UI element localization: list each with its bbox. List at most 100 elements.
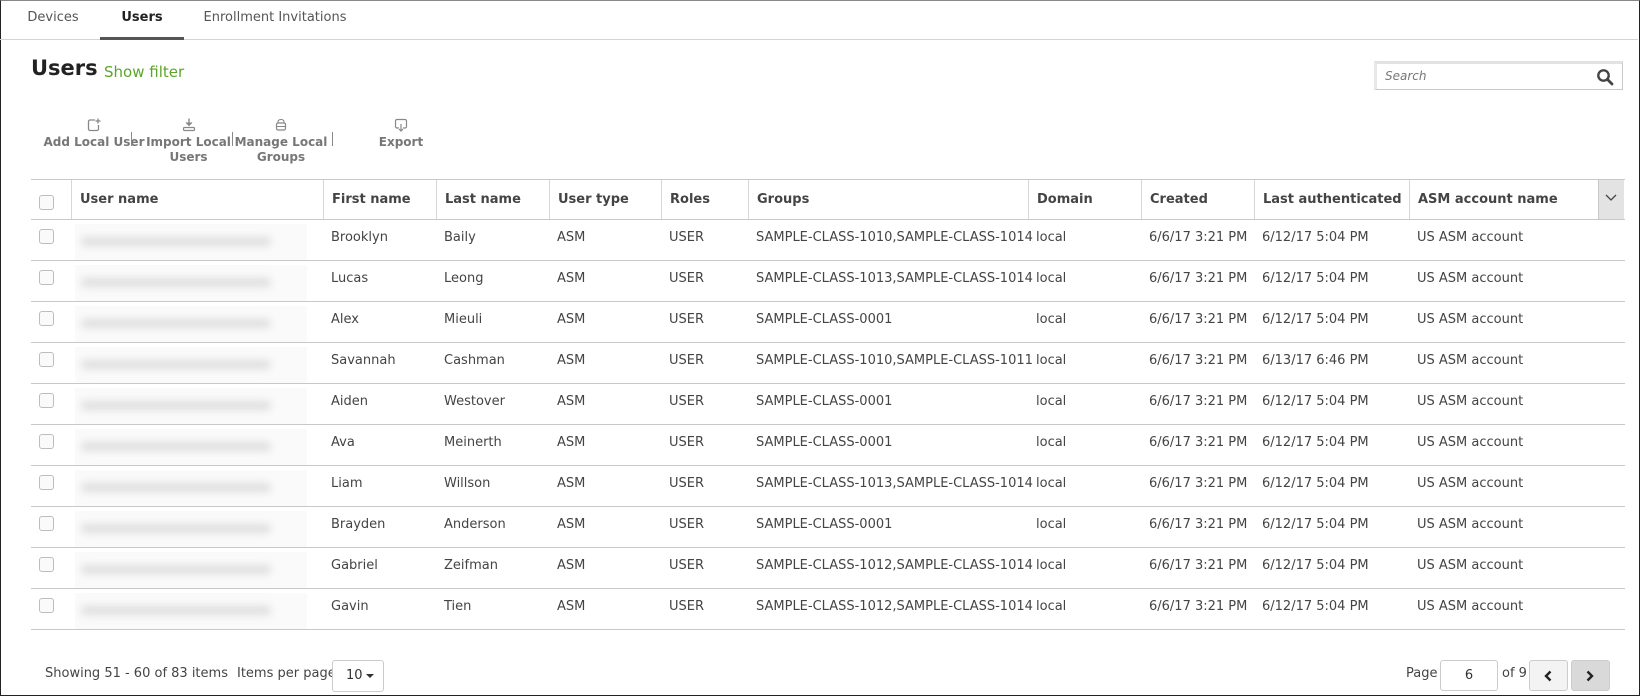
user-type-cell: ASM — [557, 230, 586, 245]
last-authenticated-cell: 6/12/17 5:04 PM — [1262, 476, 1369, 491]
table-row[interactable]: Ava Meinerth ASM USER SAMPLE-CLASS-0001 local… — [31, 425, 1625, 466]
row-select-cell — [31, 548, 71, 588]
roles-cell: USER — [669, 517, 705, 532]
asm-account-cell: US ASM account — [1417, 435, 1524, 450]
import-local-users-button[interactable]: Import Local Users — [136, 118, 241, 165]
row-checkbox[interactable] — [39, 557, 54, 572]
export-label: Export — [378, 135, 424, 149]
created-cell: 6/6/17 3:21 PM — [1149, 517, 1248, 532]
import-icon — [182, 118, 195, 132]
manage-local-groups-button[interactable]: Manage Local Groups — [231, 118, 331, 165]
manage-local-groups-label-1: Manage Local — [234, 135, 328, 149]
row-checkbox[interactable] — [39, 393, 54, 408]
user-name-cell-redacted — [75, 388, 307, 424]
first-name-cell: Lucas — [331, 271, 369, 286]
column-header-domain[interactable]: Domain — [1028, 180, 1141, 219]
created-cell: 6/6/17 3:21 PM — [1149, 599, 1248, 614]
manage-local-groups-label-2: Groups — [256, 150, 306, 164]
roles-cell: USER — [669, 353, 705, 368]
column-header-groups[interactable]: Groups — [748, 180, 1028, 219]
table-row[interactable]: Savannah Cashman ASM USER SAMPLE-CLASS-1010,… — [31, 343, 1625, 384]
column-chooser-button[interactable] — [1598, 180, 1624, 219]
row-select-cell — [31, 261, 71, 301]
import-local-users-label-2: Users — [169, 150, 208, 164]
items-per-page-select[interactable]: 10 — [332, 660, 384, 692]
column-header-created[interactable]: Created — [1141, 180, 1254, 219]
groups-icon — [275, 119, 287, 131]
search-input[interactable] — [1385, 66, 1585, 86]
row-checkbox[interactable] — [39, 311, 54, 326]
table-row[interactable]: Brooklyn Baily ASM USER SAMPLE-CLASS-1010,SA… — [31, 220, 1625, 261]
show-filter-link[interactable]: Show filter — [104, 63, 184, 81]
select-all-checkbox[interactable] — [39, 195, 54, 210]
items-per-page-value: 10 — [346, 668, 363, 683]
add-local-user-button[interactable]: Add Local User — [36, 118, 152, 150]
row-checkbox[interactable] — [39, 352, 54, 367]
column-header-last-authenticated[interactable]: Last authenticated — [1254, 180, 1409, 219]
row-checkbox[interactable] — [39, 434, 54, 449]
next-page-button[interactable] — [1571, 660, 1610, 691]
user-type-cell: ASM — [557, 599, 586, 614]
previous-page-button[interactable] — [1529, 660, 1568, 691]
column-header-asm-account-name[interactable]: ASM account name — [1409, 180, 1598, 219]
groups-cell: SAMPLE-CLASS-1013,SAMPLE-CLASS-1014 — [756, 271, 1033, 286]
asm-account-cell: US ASM account — [1417, 599, 1524, 614]
roles-cell: USER — [669, 599, 705, 614]
row-checkbox[interactable] — [39, 229, 54, 244]
user-type-cell: ASM — [557, 476, 586, 491]
search-icon[interactable] — [1596, 68, 1614, 86]
row-select-cell — [31, 302, 71, 342]
page-number-input[interactable] — [1440, 660, 1498, 691]
page-title: Users — [31, 56, 98, 80]
roles-cell: USER — [669, 435, 705, 450]
first-name-cell: Liam — [331, 476, 363, 491]
table-row[interactable]: Brayden Anderson ASM USER SAMPLE-CLASS-0001 l… — [31, 507, 1625, 548]
user-name-cell-redacted — [75, 593, 307, 629]
domain-cell: local — [1036, 230, 1067, 245]
domain-cell: local — [1036, 558, 1067, 573]
table-row[interactable]: Gabriel Zeifman ASM USER SAMPLE-CLASS-1012,S… — [31, 548, 1625, 589]
first-name-cell: Brooklyn — [331, 230, 388, 245]
domain-cell: local — [1036, 353, 1067, 368]
chevron-down-icon — [1605, 194, 1617, 201]
user-type-cell: ASM — [557, 394, 586, 409]
showing-items-text: Showing 51 - 60 of 83 items — [45, 666, 228, 681]
created-cell: 6/6/17 3:21 PM — [1149, 476, 1248, 491]
roles-cell: USER — [669, 558, 705, 573]
tab-users[interactable]: Users — [100, 0, 184, 40]
asm-account-cell: US ASM account — [1417, 394, 1524, 409]
table-row[interactable]: Alex Mieuli ASM USER SAMPLE-CLASS-0001 local 6… — [31, 302, 1625, 343]
table-row[interactable]: Lucas Leong ASM USER SAMPLE-CLASS-1013,SAMPL… — [31, 261, 1625, 302]
column-header-first-name[interactable]: First name — [323, 180, 436, 219]
users-table: User name First name Last name User type… — [31, 179, 1625, 630]
toolbar-divider — [131, 132, 132, 146]
column-header-user-name[interactable]: User name — [71, 180, 354, 219]
export-button[interactable]: Export — [351, 118, 451, 150]
table-header: User name First name Last name User type… — [31, 179, 1625, 220]
last-name-cell: Willson — [444, 476, 491, 491]
user-type-cell: ASM — [557, 353, 586, 368]
table-row[interactable]: Gavin Tien ASM USER SAMPLE-CLASS-1012,SAMPLE… — [31, 589, 1625, 630]
groups-cell: SAMPLE-CLASS-1010,SAMPLE-CLASS-1011 — [756, 353, 1033, 368]
row-checkbox[interactable] — [39, 270, 54, 285]
tab-bar: Devices Users Enrollment Invitations — [0, 0, 1638, 40]
user-type-cell: ASM — [557, 271, 586, 286]
last-name-cell: Tien — [444, 599, 472, 614]
column-header-roles[interactable]: Roles — [661, 180, 748, 219]
first-name-cell: Savannah — [331, 353, 396, 368]
domain-cell: local — [1036, 435, 1067, 450]
table-row[interactable]: Liam Willson ASM USER SAMPLE-CLASS-1013,SAMP… — [31, 466, 1625, 507]
tab-enrollment-invitations[interactable]: Enrollment Invitations — [200, 0, 350, 40]
tab-devices[interactable]: Devices — [22, 0, 84, 40]
column-header-user-type[interactable]: User type — [549, 180, 661, 219]
user-name-cell-redacted — [75, 552, 307, 588]
first-name-cell: Gabriel — [331, 558, 378, 573]
row-checkbox[interactable] — [39, 475, 54, 490]
user-type-cell: ASM — [557, 517, 586, 532]
column-header-last-name[interactable]: Last name — [436, 180, 549, 219]
table-row[interactable]: Aiden Westover ASM USER SAMPLE-CLASS-0001 loc… — [31, 384, 1625, 425]
last-name-cell: Zeifman — [444, 558, 498, 573]
row-checkbox[interactable] — [39, 516, 54, 531]
asm-account-cell: US ASM account — [1417, 517, 1524, 532]
row-checkbox[interactable] — [39, 598, 54, 613]
